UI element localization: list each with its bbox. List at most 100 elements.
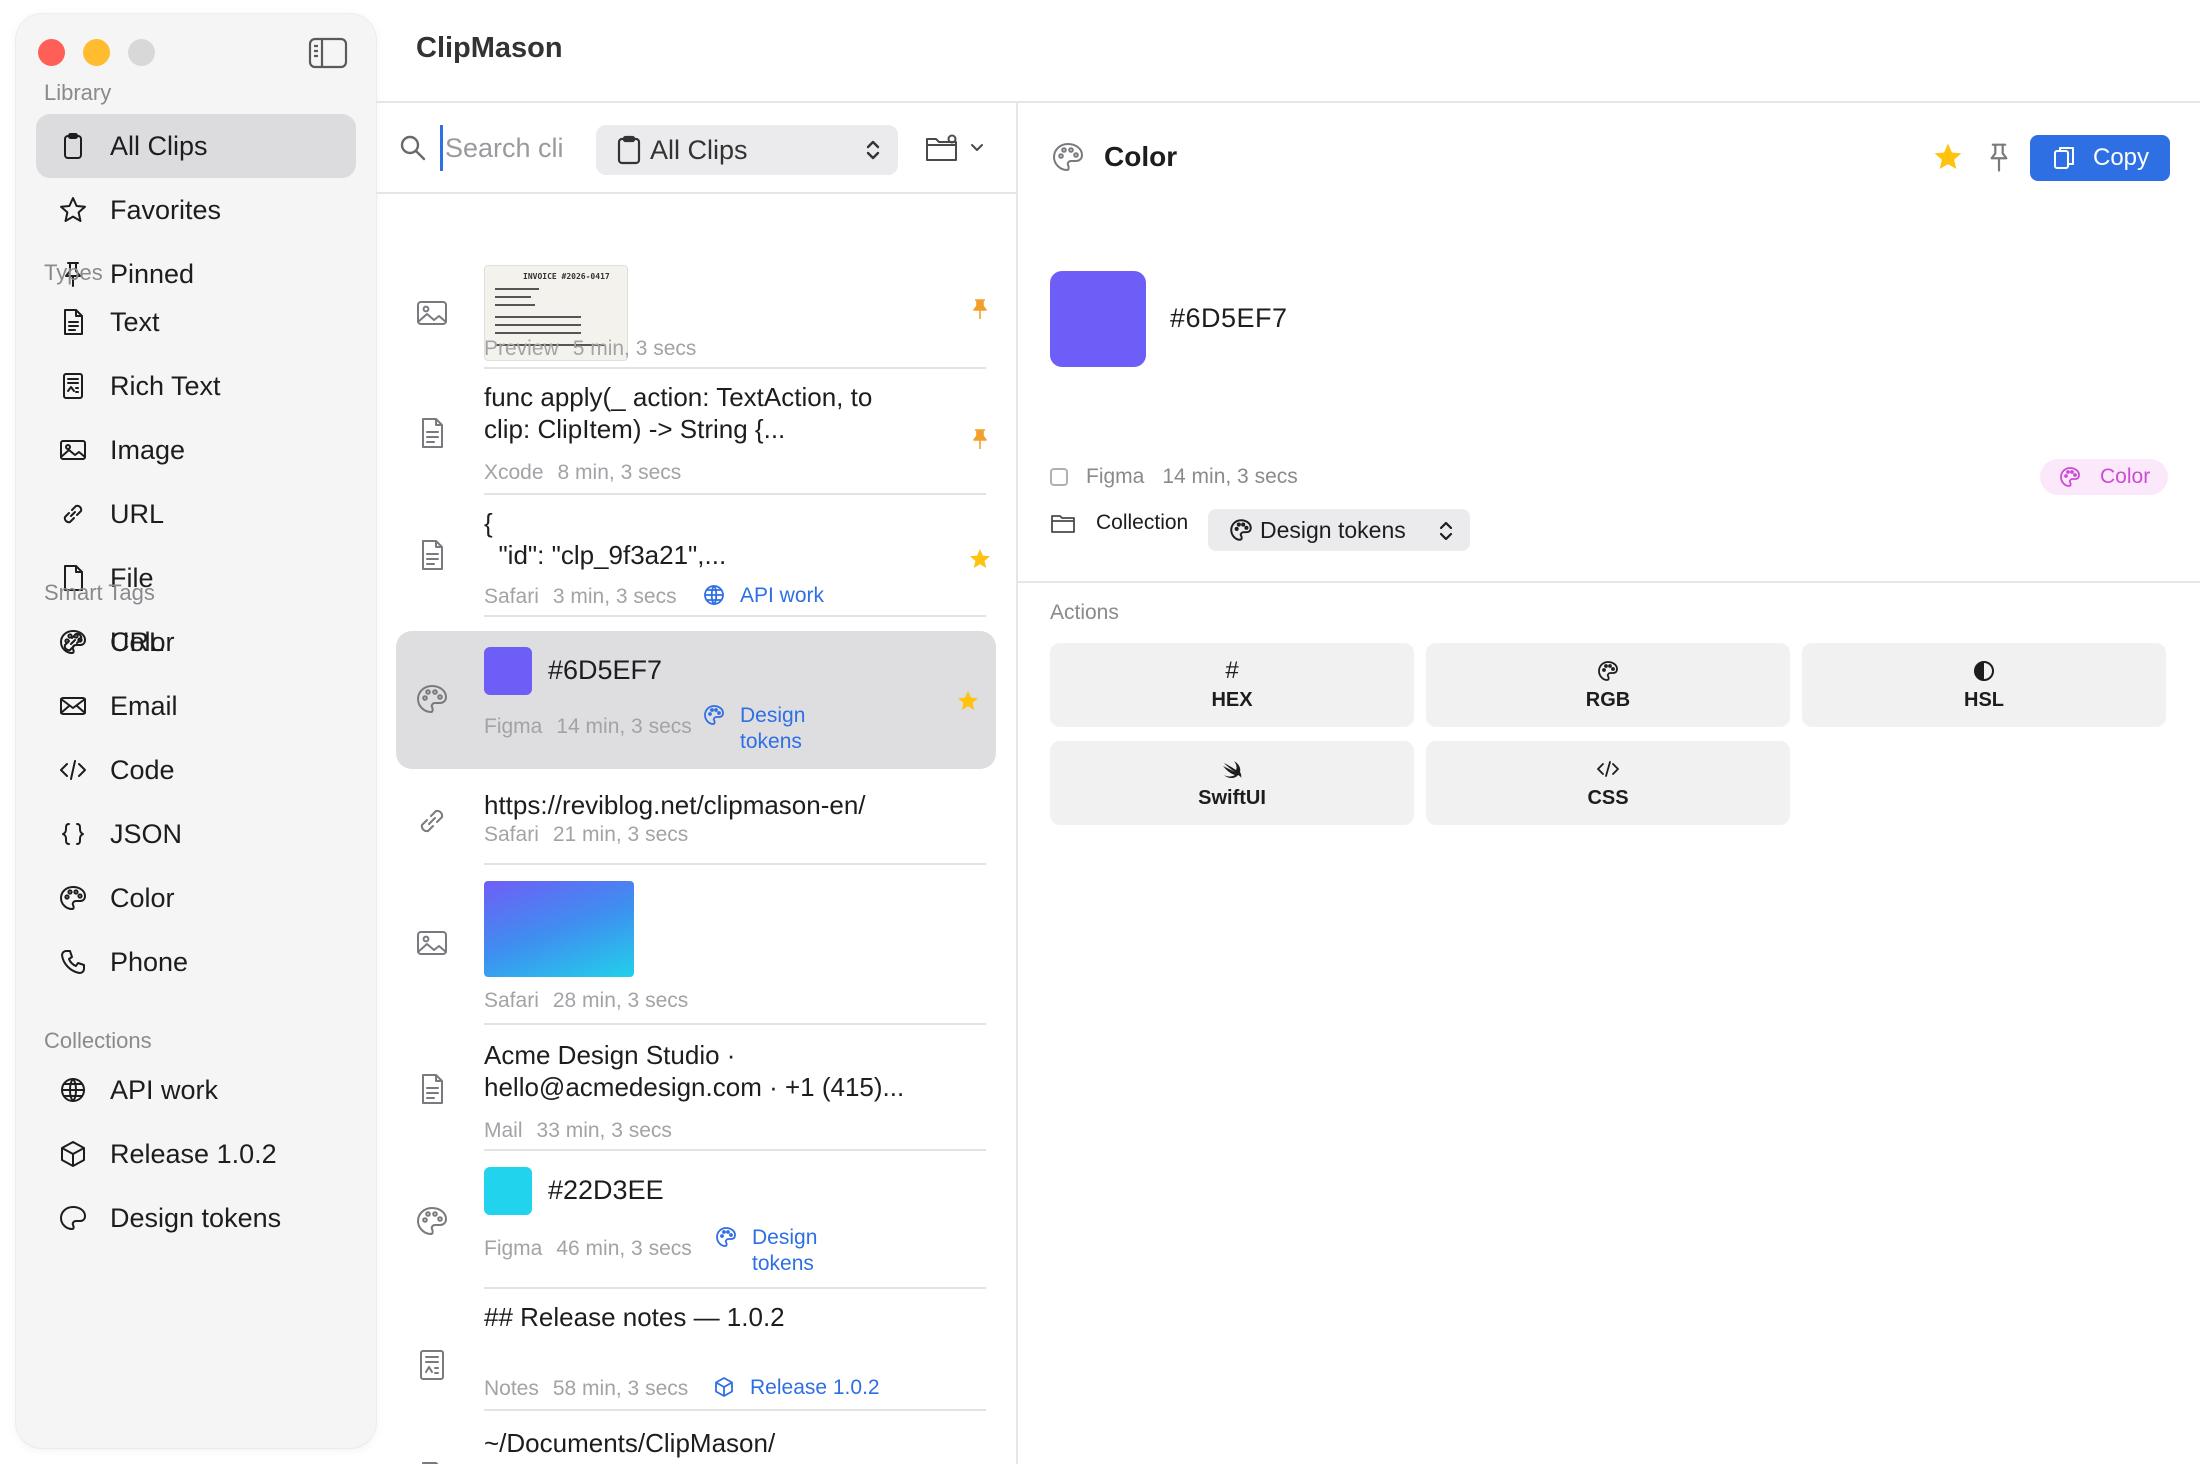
clip-app: Mail: [484, 1119, 523, 1142]
sidebar-item-image[interactable]: Image: [16, 418, 376, 482]
collection-tag[interactable]: Design tokens: [702, 703, 842, 755]
clip-list-pane: All Clips INVOICE #2026-0417: [376, 103, 1016, 1464]
pin-icon[interactable]: [1984, 141, 2014, 173]
clip-text: func apply(_ action: TextAction, to clip…: [484, 382, 873, 444]
clip-row[interactable]: Acme Design Studio · hello@acmedesign.co…: [376, 1025, 1016, 1151]
sidebar-item-label: URL: [110, 626, 165, 657]
thumbnail-line: [495, 332, 581, 334]
action-label: HSL: [1964, 688, 2004, 711]
sidebar-item-label: Code: [110, 754, 175, 785]
copy-button[interactable]: Copy: [2030, 135, 2170, 181]
sidebar-item-color-tag[interactable]: Color: [16, 866, 376, 930]
favorite-star-icon[interactable]: [956, 689, 980, 713]
window-controls: [38, 39, 155, 66]
sidebar-item-url-tag[interactable]: URL: [16, 610, 376, 674]
clip-filter-select[interactable]: All Clips: [596, 125, 898, 175]
select-checkbox[interactable]: [1050, 468, 1068, 486]
image-icon: [414, 295, 450, 331]
sidebar-section-collections: Collections API work Release 1.0.2 Desig…: [16, 1024, 376, 1250]
sidebar-item-label: Email: [110, 690, 178, 721]
sidebar-item-design-tokens[interactable]: Design tokens: [16, 1186, 376, 1250]
clip-row[interactable]: func apply(_ action: TextAction, to clip…: [376, 369, 1016, 495]
action-label: HEX: [1211, 688, 1253, 711]
sidebar-item-all-clips[interactable]: All Clips: [36, 114, 356, 178]
zoom-window-button[interactable]: [128, 39, 155, 66]
favorite-star-icon[interactable]: [968, 547, 992, 571]
thumbnail-line: [495, 296, 531, 298]
clip-row[interactable]: INVOICE #2026-0417 Preview 5 min, 3 secs: [376, 195, 1016, 369]
tag-label: Design tokens: [740, 704, 806, 753]
clip-meta: Figma 14 min, 3 secs: [484, 715, 692, 739]
document-icon: [414, 415, 450, 451]
document-icon: [414, 537, 450, 573]
globe-icon: [704, 585, 724, 606]
sidebar-item-label: All Clips: [110, 130, 208, 161]
clip-row[interactable]: { "id": "clp_9f3a21",... Safari 3 min, 3 …: [376, 495, 1016, 617]
row-separator: [484, 615, 986, 617]
sidebar-item-label: Phone: [110, 946, 189, 977]
sidebar-item-code[interactable]: Code: [16, 738, 376, 802]
sidebar-item-json[interactable]: JSON: [16, 802, 376, 866]
clip-row[interactable]: #22D3EE Figma 46 min, 3 secs Design token…: [376, 1151, 1016, 1289]
color-hex-value: #6D5EF7: [1170, 303, 1288, 333]
palette-icon: [414, 681, 450, 717]
clip-age: 46 min, 3 secs: [556, 1237, 692, 1260]
clip-meta: Notes 58 min, 3 secs: [484, 1377, 688, 1401]
pinned-icon[interactable]: [968, 427, 992, 451]
type-badge-label: Color: [2100, 465, 2151, 488]
sidebar-item-email[interactable]: Email: [16, 674, 376, 738]
clip-meta: Safari 28 min, 3 secs: [484, 989, 688, 1013]
chevron-up-down-icon: [1439, 521, 1453, 541]
clipboard-icon: [617, 135, 641, 165]
action-hsl-button[interactable]: HSL: [1802, 643, 2166, 727]
collection-tag[interactable]: API work: [702, 583, 824, 609]
clip-age: 3 min, 3 secs: [552, 585, 677, 608]
clip-app: Safari: [484, 585, 539, 608]
action-swiftui-button[interactable]: SwiftUI: [1050, 741, 1414, 825]
rich-text-icon: [414, 1347, 450, 1383]
collection-tag[interactable]: Design tokens: [714, 1225, 854, 1277]
collection-tag[interactable]: Release 1.0.2: [712, 1375, 880, 1401]
clip-text: #22D3EE: [548, 1175, 664, 1205]
action-hex-button[interactable]: # HEX: [1050, 643, 1414, 727]
sidebar-item-rich-text[interactable]: Rich Text: [16, 354, 376, 418]
clip-row[interactable]: ~/Documents/ClipMason/: [376, 1411, 1016, 1464]
image-icon: [56, 433, 90, 467]
cube-icon: [715, 1377, 733, 1397]
new-collection-menu-icon[interactable]: [924, 131, 986, 165]
palette-icon: [56, 1201, 90, 1235]
sidebar-item-text[interactable]: Text: [16, 290, 376, 354]
clip-row[interactable]: Safari 28 min, 3 secs: [376, 865, 1016, 1025]
chevron-up-down-icon: [866, 140, 880, 160]
detail-header: Color: [1050, 139, 1177, 175]
action-rgb-button[interactable]: RGB: [1426, 643, 1790, 727]
clip-text: Acme Design Studio · hello@acmedesign.co…: [484, 1040, 905, 1102]
clip-row[interactable]: ## Release notes — 1.0.2 Notes 58 min, 3 …: [376, 1289, 1016, 1411]
search-icon: [400, 135, 426, 161]
sidebar-item-phone[interactable]: Phone: [16, 930, 376, 994]
sidebar-toggle-icon[interactable]: [308, 36, 348, 70]
sidebar-item-favorites[interactable]: Favorites: [16, 178, 376, 242]
clip-age: 33 min, 3 secs: [536, 1119, 672, 1142]
sidebar-header: Smart Tags: [44, 580, 155, 605]
favorite-star-icon[interactable]: [1932, 141, 1964, 173]
clip-row[interactable]: https://reviblog.net/clipmason-en/ Safar…: [376, 769, 1016, 865]
app-title: ClipMason: [416, 32, 563, 64]
action-css-button[interactable]: CSS: [1426, 741, 1790, 825]
pinned-icon[interactable]: [968, 297, 992, 321]
thumbnail-line: [495, 324, 581, 326]
clip-text: ~/Documents/ClipMason/: [484, 1428, 776, 1458]
rich-text-icon: [56, 369, 90, 403]
sidebar-item-api-work[interactable]: API work: [16, 1058, 376, 1122]
palette-icon: [1598, 660, 1618, 681]
sidebar-item-url[interactable]: URL: [16, 482, 376, 546]
sidebar-item-release[interactable]: Release 1.0.2: [16, 1122, 376, 1186]
sidebar-header: Collections: [44, 1028, 152, 1053]
search-input[interactable]: [440, 125, 564, 171]
half-circle-icon: [1974, 660, 1994, 681]
minimize-window-button[interactable]: [83, 39, 110, 66]
collection-select[interactable]: Design tokens: [1208, 509, 1470, 551]
clip-row-selected[interactable]: #6D5EF7 Figma 14 min, 3 secs Design token…: [396, 631, 996, 769]
globe-icon: [56, 1073, 90, 1107]
close-window-button[interactable]: [38, 39, 65, 66]
